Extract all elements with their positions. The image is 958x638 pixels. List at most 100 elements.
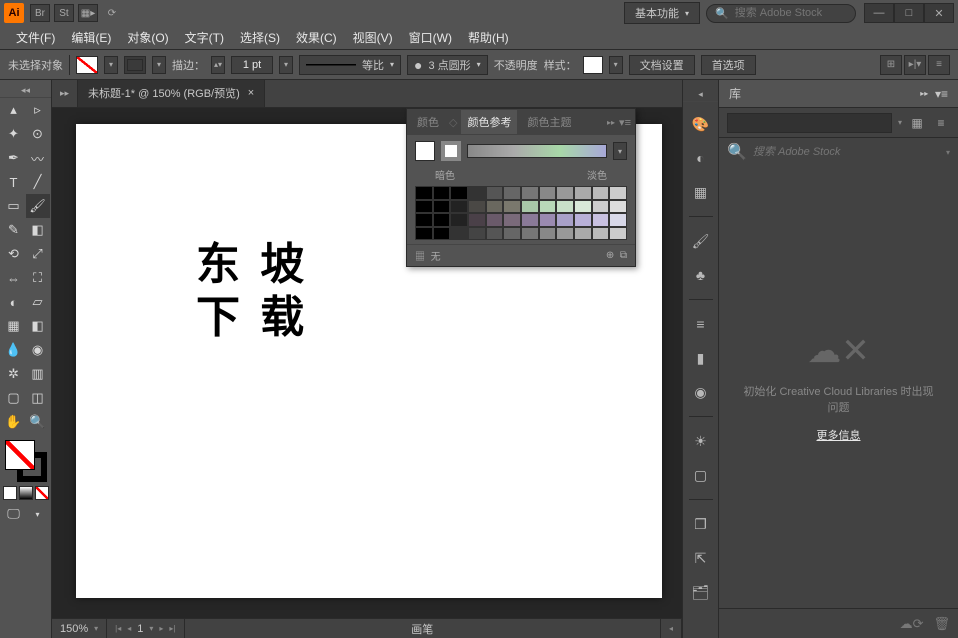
pencil-tool[interactable]: ✎ — [2, 218, 26, 242]
color-cell[interactable] — [521, 186, 539, 200]
mode-color[interactable] — [3, 486, 17, 500]
panel-expand-icon[interactable]: ▸▸ — [607, 118, 615, 127]
workspace-switcher[interactable]: 基本功能 ▾ — [624, 2, 700, 24]
rail-collapse[interactable]: ◂ — [683, 88, 718, 102]
stroke-weight-input[interactable] — [231, 56, 273, 74]
line-tool[interactable]: ╱ — [26, 170, 50, 194]
stroke-weight-dd[interactable]: ▾ — [279, 56, 293, 74]
color-cell[interactable] — [415, 227, 433, 241]
hand-tool[interactable]: ✋ — [2, 410, 26, 434]
type-tool[interactable]: T — [2, 170, 26, 194]
maximize-button[interactable]: □ — [894, 3, 924, 23]
zoom-control[interactable]: 150%▾ — [52, 619, 107, 638]
panel-collapse-icon[interactable]: ▸▸ — [920, 89, 928, 98]
color-cell[interactable] — [521, 213, 539, 227]
color-cell[interactable] — [503, 227, 521, 241]
color-cell[interactable] — [574, 213, 592, 227]
close-tab-icon[interactable]: × — [248, 87, 254, 99]
color-cell[interactable] — [415, 200, 433, 214]
menu-object[interactable]: 对象(O) — [119, 29, 176, 46]
document-tab[interactable]: 未标题-1* @ 150% (RGB/预览) × — [78, 80, 265, 107]
cc-icon[interactable]: ☁⟳ — [900, 616, 924, 632]
color-cell[interactable] — [468, 200, 486, 214]
color-cell[interactable] — [609, 213, 627, 227]
color-cell[interactable] — [609, 186, 627, 200]
more-info-link[interactable]: 更多信息 — [817, 427, 861, 443]
brushes-panel-icon[interactable]: 🖌 — [689, 229, 713, 253]
layers-panel-icon[interactable]: ❐ — [689, 512, 713, 536]
artboard-nav[interactable]: |◂◂1▾▸▸| — [107, 619, 184, 638]
color-cell[interactable] — [503, 213, 521, 227]
menu-view[interactable]: 视图(V) — [345, 29, 401, 46]
menu-effect[interactable]: 效果(C) — [288, 29, 345, 46]
transform-icon[interactable]: ▸|▾ — [904, 55, 926, 75]
tab-color[interactable]: 颜色 — [411, 110, 445, 134]
minimize-button[interactable]: — — [864, 3, 894, 23]
asset-export-panel-icon[interactable]: ⇱ — [689, 546, 713, 570]
perspective-tool[interactable]: ▱ — [26, 290, 50, 314]
color-cell[interactable] — [574, 200, 592, 214]
color-cell[interactable] — [433, 200, 451, 214]
graphic-styles-panel-icon[interactable]: ▢ — [689, 463, 713, 487]
panel-menu-icon[interactable]: ▾≡ — [935, 87, 948, 101]
fill-stroke-control[interactable] — [5, 440, 47, 482]
fill-swatch[interactable] — [76, 56, 98, 74]
stroke-dd[interactable]: ▾ — [152, 56, 166, 74]
color-cell[interactable] — [539, 227, 557, 241]
opacity-label[interactable]: 不透明度 — [494, 57, 538, 73]
stroke-profile[interactable]: 等比▾ — [299, 55, 401, 75]
style-dd[interactable]: ▾ — [609, 56, 623, 74]
graph-tool[interactable]: ▥ — [26, 362, 50, 386]
mode-none[interactable] — [35, 486, 49, 500]
color-cell[interactable] — [468, 213, 486, 227]
color-cell[interactable] — [539, 186, 557, 200]
tab-color-themes[interactable]: 颜色主题 — [521, 110, 577, 134]
color-cell[interactable] — [521, 200, 539, 214]
color-cell[interactable] — [450, 200, 468, 214]
base-color-swatch[interactable] — [415, 141, 435, 161]
color-cell[interactable] — [592, 213, 610, 227]
color-cell[interactable] — [556, 227, 574, 241]
width-tool[interactable]: ⇔ — [2, 266, 26, 290]
screen-mode-tool[interactable]: 🖵 — [2, 502, 26, 526]
harmony-dd[interactable]: ▾ — [613, 142, 627, 160]
fill-box[interactable] — [5, 440, 35, 470]
menu-select[interactable]: 选择(S) — [232, 29, 288, 46]
current-tool-label[interactable]: 画笔 — [185, 619, 661, 638]
shape-builder-tool[interactable]: ◐ — [2, 290, 26, 314]
color-cell[interactable] — [450, 227, 468, 241]
color-cell[interactable] — [539, 200, 557, 214]
magic-wand-tool[interactable]: ✦ — [2, 122, 26, 146]
save-group-icon[interactable]: ⧉ — [620, 250, 627, 261]
brush-definition[interactable]: ●3 点圆形▾ — [407, 55, 488, 75]
close-button[interactable]: ✕ — [924, 3, 954, 23]
stroke-swatch[interactable] — [124, 56, 146, 74]
zoom-tool[interactable]: 🔍 — [26, 410, 50, 434]
color-cell[interactable] — [521, 227, 539, 241]
active-swatch[interactable] — [441, 141, 461, 161]
color-cell[interactable] — [415, 213, 433, 227]
selection-tool[interactable]: ▴ — [2, 98, 26, 122]
eyedropper-tool[interactable]: 💧 — [2, 338, 26, 362]
stock-search[interactable]: 🔍 — [706, 4, 856, 23]
gradient-panel-icon[interactable]: ▮ — [689, 346, 713, 370]
color-cell[interactable] — [539, 213, 557, 227]
symbol-sprayer-tool[interactable]: ✲ — [2, 362, 26, 386]
appearance-panel-icon[interactable]: ☀ — [689, 429, 713, 453]
color-cell[interactable] — [468, 227, 486, 241]
color-cell[interactable] — [415, 186, 433, 200]
gradient-tool[interactable]: ◧ — [26, 314, 50, 338]
color-cell[interactable] — [574, 186, 592, 200]
color-cell[interactable] — [503, 186, 521, 200]
palette-panel-icon[interactable]: 🎨 — [689, 112, 713, 136]
color-cell[interactable] — [592, 186, 610, 200]
color-cell[interactable] — [433, 213, 451, 227]
menu-window[interactable]: 窗口(W) — [401, 29, 460, 46]
tab-color-guide[interactable]: 颜色参考 — [461, 110, 517, 134]
style-swatch[interactable] — [583, 56, 603, 74]
pen-tool[interactable]: ✒ — [2, 146, 26, 170]
brush-tool[interactable]: 🖌 — [26, 194, 50, 218]
color-cell[interactable] — [450, 213, 468, 227]
color-cell[interactable] — [433, 227, 451, 241]
color-cell[interactable] — [486, 213, 504, 227]
